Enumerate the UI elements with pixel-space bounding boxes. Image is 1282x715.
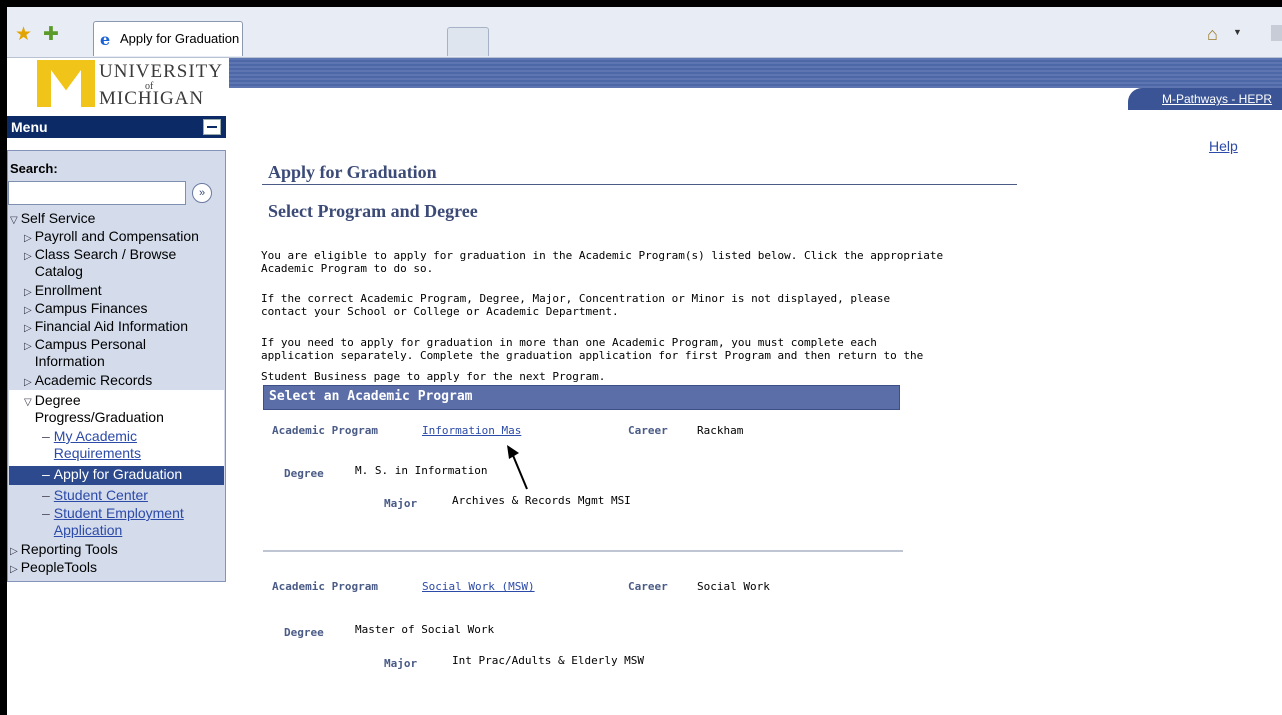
program-link-information[interactable]: Information Mas bbox=[422, 424, 521, 437]
system-link[interactable]: M-Pathways - HEPR bbox=[1162, 92, 1272, 106]
university-logo: UNIVERSITY of MICHIGAN bbox=[7, 58, 229, 115]
triangle-right-icon: ▷ bbox=[24, 323, 32, 334]
instructions-para3-line3: Student Business page to apply for the n… bbox=[261, 370, 606, 383]
browser-tab-active[interactable]: e Apply for Graduation bbox=[93, 21, 243, 56]
browser-tab-title: Apply for Graduation bbox=[120, 31, 240, 46]
sidebar-menu: Search: » ▽ Self Service ▷ Payroll and Com… bbox=[7, 150, 226, 582]
program-separator bbox=[263, 550, 903, 552]
career-label: Career bbox=[628, 580, 668, 593]
academic-program-label: Academic Program bbox=[272, 424, 378, 437]
block-m-logo bbox=[37, 60, 95, 107]
grid-header-label: Select an Academic Program bbox=[269, 389, 473, 404]
career-label: Career bbox=[628, 424, 668, 437]
instructions-para1-line2: Academic Program to do so. bbox=[261, 262, 434, 275]
page-title: Apply for Graduation bbox=[268, 162, 437, 182]
minimize-icon[interactable] bbox=[203, 119, 221, 135]
sidebar-item-enrollment[interactable]: ▷ Enrollment bbox=[24, 282, 102, 301]
logo-text-university: UNIVERSITY bbox=[99, 61, 223, 82]
add-favorites-icon[interactable]: ✚ bbox=[43, 23, 59, 46]
triangle-right-icon: ▷ bbox=[24, 377, 32, 388]
sidebar-item-self-service[interactable]: ▽ Self Service bbox=[10, 210, 95, 229]
title-divider bbox=[262, 184, 1017, 185]
triangle-right-icon: ▷ bbox=[10, 564, 18, 575]
sidebar-item-academic-records[interactable]: ▷ Academic Records bbox=[24, 372, 152, 391]
sidebar-item-student-employment[interactable]: – Student Employment Application bbox=[42, 505, 222, 539]
sidebar-item-campus-finances[interactable]: ▷ Campus Finances bbox=[24, 300, 148, 319]
program-grid-header: Select an Academic Program bbox=[263, 385, 900, 410]
sidebar-item-campus-personal[interactable]: ▷ Campus Personal Information bbox=[24, 336, 222, 370]
instructions-para2-line1: If the correct Academic Program, Degree,… bbox=[261, 292, 891, 305]
instructions-para3-line1: If you need to apply for graduation in m… bbox=[261, 336, 877, 349]
career-value: Rackham bbox=[697, 424, 744, 437]
sidebar-item-apply-for-graduation[interactable]: – Apply for Graduation bbox=[9, 466, 224, 485]
program-link-social-work[interactable]: Social Work (MSW) bbox=[422, 580, 535, 593]
major-label: Major bbox=[384, 497, 418, 510]
instructions-para2-line2: contact your School or College or Academ… bbox=[261, 305, 619, 318]
screen-frame-left bbox=[0, 0, 7, 715]
academic-program-label: Academic Program bbox=[272, 580, 378, 593]
triangle-right-icon: ▷ bbox=[24, 251, 32, 262]
instructions-para1-line1: You are eligible to apply for graduation… bbox=[261, 249, 944, 262]
degree-label: Degree bbox=[284, 626, 324, 639]
page-subtitle: Select Program and Degree bbox=[268, 201, 478, 221]
sidebar-item-degree-progress[interactable]: ▽ Degree Progress/Graduation bbox=[24, 392, 222, 426]
degree-value: M. S. in Information bbox=[355, 464, 488, 477]
sidebar-item-class-search[interactable]: ▷ Class Search / Browse Catalog bbox=[24, 246, 222, 280]
triangle-down-icon: ▽ bbox=[24, 397, 32, 408]
sidebar-item-peopletools[interactable]: ▷ PeopleTools bbox=[10, 559, 97, 578]
search-go-icon[interactable]: » bbox=[192, 183, 212, 203]
menu-header: Menu bbox=[7, 116, 226, 138]
triangle-right-icon: ▷ bbox=[24, 233, 32, 244]
screen-frame-top bbox=[0, 0, 1282, 7]
degree-value: Master of Social Work bbox=[355, 623, 495, 636]
new-tab-button[interactable] bbox=[447, 27, 489, 56]
browser-tab-bar: ★ ✚ e Apply for Graduation ⌂ ▼ bbox=[7, 7, 1282, 58]
system-tab: M-Pathways - HEPR bbox=[1128, 88, 1282, 110]
triangle-right-icon: ▷ bbox=[24, 287, 32, 298]
feeds-icon[interactable] bbox=[1271, 25, 1282, 41]
instructions-para3-line2: application separately. Complete the gra… bbox=[261, 349, 924, 362]
sidebar-item-financial-aid[interactable]: ▷ Financial Aid Information bbox=[24, 318, 188, 337]
search-label: Search: bbox=[10, 161, 58, 176]
header-banner bbox=[229, 58, 1282, 88]
career-value: Social Work bbox=[697, 580, 770, 593]
annotation-arrow-icon bbox=[507, 445, 528, 490]
sidebar-item-my-academic-requirements[interactable]: – My Academic Requirements bbox=[42, 428, 222, 462]
chevron-down-icon[interactable]: ▼ bbox=[1233, 27, 1242, 37]
triangle-down-icon: ▽ bbox=[10, 215, 18, 226]
triangle-right-icon: ▷ bbox=[10, 546, 18, 557]
major-value: Archives & Records Mgmt MSI bbox=[452, 494, 631, 507]
degree-label: Degree bbox=[284, 467, 324, 480]
logo-text-michigan: MICHIGAN bbox=[99, 88, 205, 109]
sidebar-item-reporting-tools[interactable]: ▷ Reporting Tools bbox=[10, 541, 118, 560]
ie-icon: e bbox=[100, 30, 111, 49]
search-input[interactable] bbox=[8, 181, 186, 205]
sidebar-item-student-center[interactable]: – Student Center bbox=[42, 487, 148, 504]
major-label: Major bbox=[384, 657, 418, 670]
home-icon[interactable]: ⌂ bbox=[1207, 24, 1218, 45]
favorites-star-icon[interactable]: ★ bbox=[15, 23, 32, 46]
major-value: Int Prac/Adults & Elderly MSW bbox=[452, 654, 645, 667]
help-link[interactable]: Help bbox=[1209, 138, 1238, 154]
sidebar-item-payroll[interactable]: ▷ Payroll and Compensation bbox=[24, 228, 199, 247]
triangle-right-icon: ▷ bbox=[24, 305, 32, 316]
triangle-right-icon: ▷ bbox=[24, 341, 32, 352]
menu-title: Menu bbox=[11, 119, 48, 135]
